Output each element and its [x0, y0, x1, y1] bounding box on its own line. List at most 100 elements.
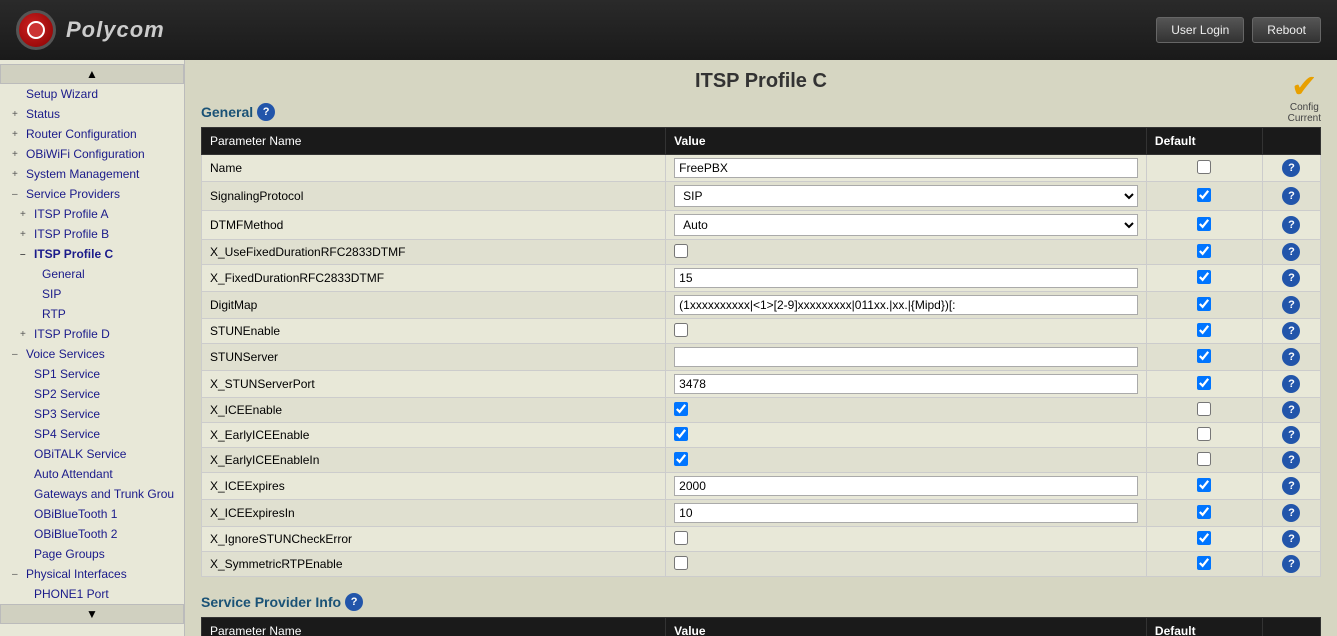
param-select-input[interactable]: SIP [674, 185, 1138, 207]
sidebar-item-system-mgmt[interactable]: + System Management [0, 164, 184, 184]
default-checkbox[interactable] [1197, 349, 1211, 363]
row-help-icon[interactable]: ? [1282, 555, 1300, 573]
param-default-cell[interactable] [1146, 265, 1262, 292]
row-help-icon[interactable]: ? [1282, 187, 1300, 205]
sidebar-item-obibt2[interactable]: OBiBlueTooth 2 [0, 524, 184, 544]
param-text-input[interactable] [674, 476, 1138, 496]
param-help-cell[interactable]: ? [1262, 552, 1320, 577]
param-default-cell[interactable] [1146, 500, 1262, 527]
default-checkbox[interactable] [1197, 531, 1211, 545]
sidebar-item-general[interactable]: General [0, 264, 184, 284]
default-checkbox[interactable] [1197, 556, 1211, 570]
sidebar-item-sp2[interactable]: SP2 Service [0, 384, 184, 404]
user-login-button[interactable]: User Login [1156, 17, 1244, 43]
row-help-icon[interactable]: ? [1282, 530, 1300, 548]
sidebar-item-status[interactable]: + Status [0, 104, 184, 124]
param-value-cell[interactable] [666, 155, 1147, 182]
default-checkbox[interactable] [1197, 297, 1211, 311]
param-default-cell[interactable] [1146, 319, 1262, 344]
row-help-icon[interactable]: ? [1282, 504, 1300, 522]
param-text-input[interactable] [674, 503, 1138, 523]
param-default-cell[interactable] [1146, 423, 1262, 448]
param-help-cell[interactable]: ? [1262, 211, 1320, 240]
sidebar-item-itsp-d[interactable]: + ITSP Profile D [0, 324, 184, 344]
param-checkbox-input[interactable] [674, 244, 688, 258]
row-help-icon[interactable]: ? [1282, 216, 1300, 234]
sidebar-item-auto-attendant[interactable]: Auto Attendant [0, 464, 184, 484]
param-checkbox-input[interactable] [674, 531, 688, 545]
param-default-cell[interactable] [1146, 371, 1262, 398]
param-help-cell[interactable]: ? [1262, 448, 1320, 473]
param-text-input[interactable] [674, 158, 1138, 178]
sidebar-item-page-groups[interactable]: Page Groups [0, 544, 184, 564]
param-default-cell[interactable] [1146, 398, 1262, 423]
param-help-cell[interactable]: ? [1262, 240, 1320, 265]
param-text-input[interactable] [674, 374, 1138, 394]
sidebar-item-gateways[interactable]: Gateways and Trunk Grou [0, 484, 184, 504]
param-checkbox-input[interactable] [674, 402, 688, 416]
param-help-cell[interactable]: ? [1262, 398, 1320, 423]
row-help-icon[interactable]: ? [1282, 451, 1300, 469]
sidebar-item-sp3[interactable]: SP3 Service [0, 404, 184, 424]
row-help-icon[interactable]: ? [1282, 348, 1300, 366]
param-value-cell[interactable] [666, 371, 1147, 398]
param-default-cell[interactable] [1146, 527, 1262, 552]
reboot-button[interactable]: Reboot [1252, 17, 1321, 43]
param-default-cell[interactable] [1146, 211, 1262, 240]
sidebar-item-itsp-c[interactable]: – ITSP Profile C [0, 244, 184, 264]
param-value-cell[interactable] [666, 319, 1147, 344]
param-checkbox-input[interactable] [674, 427, 688, 441]
param-value-cell[interactable] [666, 448, 1147, 473]
default-checkbox[interactable] [1197, 188, 1211, 202]
param-value-cell[interactable] [666, 240, 1147, 265]
param-help-cell[interactable]: ? [1262, 500, 1320, 527]
param-default-cell[interactable] [1146, 182, 1262, 211]
sidebar-item-itsp-a[interactable]: + ITSP Profile A [0, 204, 184, 224]
param-value-cell[interactable] [666, 265, 1147, 292]
param-default-cell[interactable] [1146, 552, 1262, 577]
row-help-icon[interactable]: ? [1282, 269, 1300, 287]
sidebar-item-obibt1[interactable]: OBiBlueTooth 1 [0, 504, 184, 524]
default-checkbox[interactable] [1197, 376, 1211, 390]
sidebar-item-service-providers[interactable]: – Service Providers [0, 184, 184, 204]
sidebar-item-phone1[interactable]: PHONE1 Port [0, 584, 184, 604]
param-value-cell[interactable] [666, 500, 1147, 527]
default-checkbox[interactable] [1197, 427, 1211, 441]
sidebar-item-setup-wizard[interactable]: Setup Wizard [0, 84, 184, 104]
default-checkbox[interactable] [1197, 402, 1211, 416]
param-help-cell[interactable]: ? [1262, 292, 1320, 319]
row-help-icon[interactable]: ? [1282, 296, 1300, 314]
param-value-cell[interactable]: Auto [666, 211, 1147, 240]
default-checkbox[interactable] [1197, 478, 1211, 492]
param-default-cell[interactable] [1146, 292, 1262, 319]
default-checkbox[interactable] [1197, 323, 1211, 337]
default-checkbox[interactable] [1197, 270, 1211, 284]
sidebar-item-router-config[interactable]: + Router Configuration [0, 124, 184, 144]
param-help-cell[interactable]: ? [1262, 371, 1320, 398]
param-help-cell[interactable]: ? [1262, 319, 1320, 344]
row-help-icon[interactable]: ? [1282, 401, 1300, 419]
sidebar-item-voice-services[interactable]: – Voice Services [0, 344, 184, 364]
default-checkbox[interactable] [1197, 217, 1211, 231]
param-checkbox-input[interactable] [674, 323, 688, 337]
param-default-cell[interactable] [1146, 240, 1262, 265]
param-text-input[interactable] [674, 268, 1138, 288]
param-help-cell[interactable]: ? [1262, 265, 1320, 292]
param-help-cell[interactable]: ? [1262, 527, 1320, 552]
sidebar-item-itsp-b[interactable]: + ITSP Profile B [0, 224, 184, 244]
row-help-icon[interactable]: ? [1282, 477, 1300, 495]
param-value-cell[interactable] [666, 292, 1147, 319]
general-help-icon[interactable]: ? [257, 103, 275, 121]
sidebar-item-rtp[interactable]: RTP [0, 304, 184, 324]
sidebar-item-sp1[interactable]: SP1 Service [0, 364, 184, 384]
param-default-cell[interactable] [1146, 448, 1262, 473]
param-default-cell[interactable] [1146, 155, 1262, 182]
row-help-icon[interactable]: ? [1282, 159, 1300, 177]
param-select-input[interactable]: Auto [674, 214, 1138, 236]
param-value-cell[interactable] [666, 552, 1147, 577]
param-value-cell[interactable] [666, 473, 1147, 500]
sidebar-item-sp4[interactable]: SP4 Service [0, 424, 184, 444]
param-help-cell[interactable]: ? [1262, 473, 1320, 500]
row-help-icon[interactable]: ? [1282, 322, 1300, 340]
sidebar-item-obiwifi[interactable]: + OBiWiFi Configuration [0, 144, 184, 164]
